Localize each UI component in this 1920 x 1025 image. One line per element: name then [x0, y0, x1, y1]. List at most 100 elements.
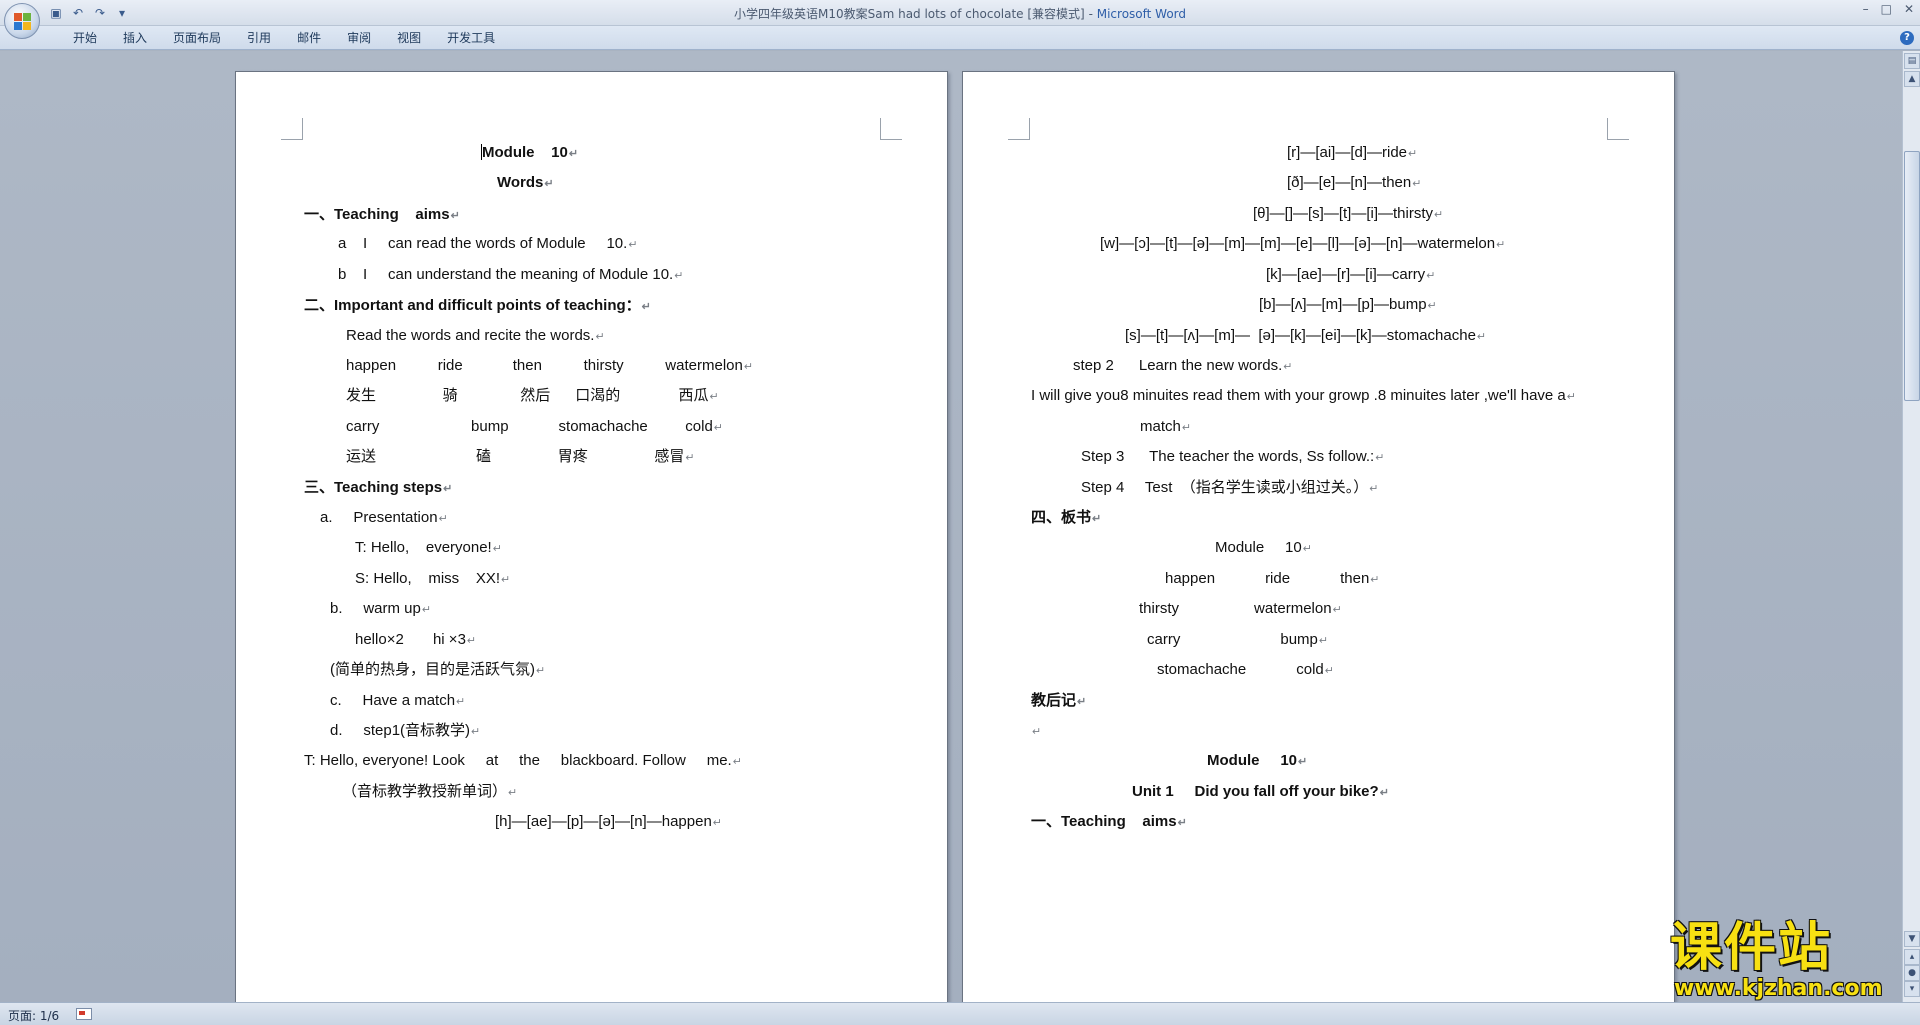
- document-line: I will give you8 minuites read them with…: [1031, 387, 1576, 406]
- line-text: [ð]—[e]—[n]—then: [1287, 174, 1412, 191]
- document-line: [k]—[ae]—[r]—[i]—carry↵: [1266, 266, 1435, 285]
- document-line: (简单的热身，目的是活跃气氛)↵: [330, 661, 545, 680]
- document-line: Read the words and recite the words.↵: [346, 327, 605, 346]
- paragraph-mark-icon: ↵: [492, 543, 502, 555]
- paragraph-mark-icon: ↵: [1412, 178, 1422, 190]
- ruler-toggle-icon[interactable]: ▤: [1904, 53, 1920, 69]
- line-text: T: Hello, everyone!: [355, 539, 492, 556]
- margin-corner-mark: [1607, 118, 1629, 140]
- line-text: （音标教学教授新单词）: [342, 783, 508, 800]
- proofing-status-icon[interactable]: [76, 1008, 92, 1020]
- scroll-thumb[interactable]: [1904, 151, 1920, 401]
- paragraph-mark-icon: ↵: [1324, 665, 1334, 677]
- maximize-button[interactable]: □: [1881, 2, 1892, 16]
- document-line: T: Hello, everyone!↵: [355, 539, 502, 558]
- line-text: a I can read the words of Module 10.: [338, 235, 628, 252]
- line-text: b I can understand the meaning of Module…: [338, 266, 674, 283]
- line-text: hello×2 hi ×3: [355, 631, 466, 648]
- margin-corner-mark: [880, 118, 902, 140]
- document-title: 小学四年级英语M10教案Sam had lots of chocolate [兼…: [733, 7, 1085, 21]
- document-page-2[interactable]: [r]—[ai]—[d]—ride↵ [ð]—[e]—[n]—then↵ [θ]—[…: [962, 71, 1675, 1002]
- document-line: （音标教学教授新单词）↵: [342, 783, 517, 802]
- close-button[interactable]: ✕: [1904, 2, 1914, 16]
- paragraph-mark-icon: ↵: [536, 665, 546, 677]
- help-icon[interactable]: ?: [1900, 31, 1914, 45]
- scroll-down-icon[interactable]: ▼: [1904, 931, 1920, 947]
- document-line: a. Presentation↵: [320, 509, 448, 528]
- vertical-scrollbar[interactable]: ▤ ▲ ▼ ▴ ● ▾: [1902, 51, 1920, 1002]
- document-line: step 2 Learn the new words.↵: [1073, 357, 1293, 376]
- watermark-chinese: 课件站: [1670, 917, 1833, 978]
- ribbon-tab[interactable]: 审阅: [334, 30, 384, 46]
- paragraph-mark-icon: ↵: [568, 148, 579, 160]
- previous-page-icon[interactable]: ▴: [1904, 949, 1920, 965]
- line-text: c. Have a match: [330, 692, 456, 709]
- ribbon-tab[interactable]: 开发工具: [434, 30, 508, 46]
- document-line: happen ride then↵: [1165, 570, 1380, 589]
- paragraph-mark-icon: ↵: [1434, 209, 1444, 221]
- ribbon-tab[interactable]: 视图: [384, 30, 434, 46]
- paragraph-mark-icon: ↵: [732, 756, 742, 768]
- document-line: 教后记↵: [1031, 692, 1086, 711]
- ribbon-tab[interactable]: 页面布局: [160, 30, 234, 46]
- browse-object-icon[interactable]: ●: [1904, 965, 1920, 981]
- paragraph-mark-icon: ↵: [1426, 270, 1436, 282]
- paragraph-mark-icon: ↵: [1476, 331, 1487, 343]
- line-text: T: Hello, everyone! Look at the blackboa…: [304, 752, 732, 769]
- margin-corner-mark: [281, 118, 303, 140]
- document-line: Module 10↵: [1215, 539, 1312, 558]
- document-line: [s]—[t]—[ʌ]—[m]— [ə]—[k]—[ei]—[k]—stomac…: [1125, 327, 1486, 346]
- document-line: Module 10↵: [1207, 752, 1307, 771]
- document-line: d. step1(音标教学)↵: [330, 722, 480, 741]
- paragraph-mark-icon: ↵: [471, 726, 481, 738]
- document-line: Step 4 Test （指名学生读或小组过关。）↵: [1081, 479, 1379, 498]
- ribbon-tab[interactable]: 引用: [234, 30, 284, 46]
- line-text: Step 3 The teacher the words, Ss follow.…: [1081, 448, 1375, 465]
- document-line: [h]—[ae]—[p]—[ə]—[n]—happen↵: [495, 813, 722, 832]
- next-page-icon[interactable]: ▾: [1904, 981, 1920, 997]
- ribbon-tab[interactable]: 开始: [60, 30, 110, 46]
- document-line: 发生 骑 然后 口渴的 西瓜↵: [346, 387, 719, 406]
- paragraph-mark-icon: ↵: [674, 270, 684, 282]
- paragraph-mark-icon: ↵: [628, 239, 638, 251]
- paragraph-mark-icon: ↵: [1077, 696, 1087, 708]
- paragraph-mark-icon: ↵: [1298, 756, 1308, 768]
- ribbon-tabs: 开始 插入 页面布局 引用 邮件 审阅 视图 开发工具: [60, 30, 508, 46]
- document-line: Words↵: [497, 174, 554, 193]
- document-line: 一、Teaching aims↵: [1031, 813, 1187, 832]
- line-text: thirsty watermelon: [1139, 600, 1332, 617]
- paragraph-mark-icon: ↵: [1369, 483, 1379, 495]
- document-line: S: Hello, miss XX!↵: [355, 570, 510, 589]
- window-title: 小学四年级英语M10教案Sam had lots of chocolate [兼…: [733, 7, 1187, 21]
- line-text: d. step1(音标教学): [330, 722, 471, 739]
- site-watermark: 课件站 www.kjzhan.com: [1664, 920, 1896, 1010]
- line-text: Module 10: [1207, 752, 1298, 769]
- document-page-1[interactable]: Module 10↵ Words↵ 一、Teaching aims↵ a I can …: [235, 71, 948, 1002]
- page-count[interactable]: 页面: 1/6: [8, 1007, 59, 1024]
- paragraph-mark-icon: ↵: [1332, 604, 1342, 616]
- line-text: I will give you8 minuites read them with…: [1031, 387, 1566, 404]
- line-text: b. warm up: [330, 600, 421, 617]
- scroll-up-icon[interactable]: ▲: [1904, 71, 1920, 87]
- minimize-button[interactable]: –: [1863, 2, 1869, 16]
- document-line: hello×2 hi ×3↵: [355, 631, 476, 650]
- margin-corner-mark: [1008, 118, 1030, 140]
- line-text: [b]—[ʌ]—[m]—[p]—bump: [1259, 296, 1427, 313]
- office-button[interactable]: [4, 3, 40, 39]
- document-line: T: Hello, everyone! Look at the blackboa…: [304, 752, 742, 771]
- line-text: (简单的热身，目的是活跃气氛): [330, 661, 535, 678]
- ribbon-tab[interactable]: 邮件: [284, 30, 334, 46]
- line-text: carry bump stomachache cold: [346, 418, 713, 435]
- document-line: b I can understand the meaning of Module…: [338, 266, 683, 285]
- document-line: carry bump stomachache cold↵: [346, 418, 723, 437]
- ribbon-tab[interactable]: 插入: [110, 30, 160, 46]
- document-line: 三、Teaching steps↵: [304, 479, 452, 498]
- line-text: [k]—[ae]—[r]—[i]—carry: [1266, 266, 1426, 283]
- document-line: Step 3 The teacher the words, Ss follow.…: [1081, 448, 1384, 467]
- document-line: happen ride then thirsty watermelon↵: [346, 357, 753, 376]
- line-text: carry bump: [1147, 631, 1318, 648]
- window-controls: – □ ✕: [1863, 2, 1914, 16]
- paragraph-mark-icon: ↵: [466, 635, 477, 647]
- document-line: carry bump↵: [1147, 631, 1328, 650]
- line-text: Read the words and recite the words.: [346, 327, 595, 344]
